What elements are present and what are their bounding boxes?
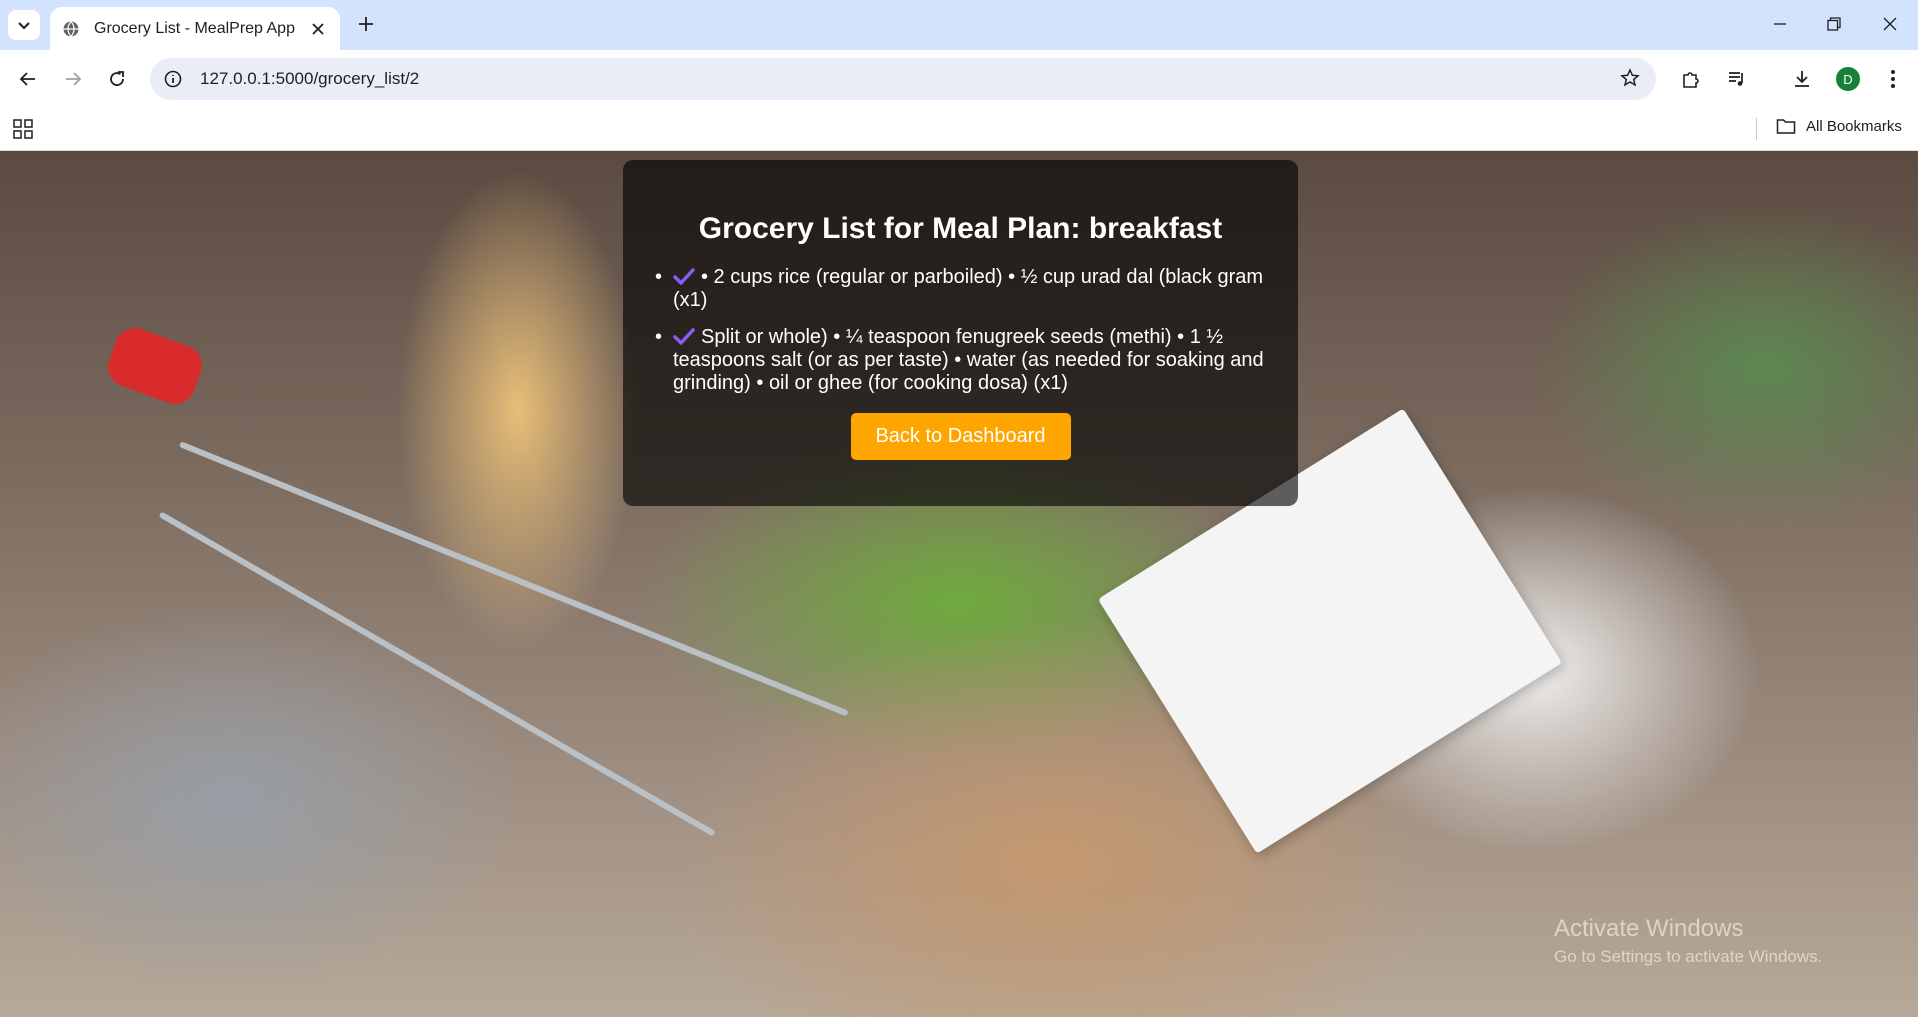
check-icon bbox=[673, 268, 695, 285]
media-icon bbox=[1729, 72, 1743, 86]
minimize-icon bbox=[1774, 23, 1786, 25]
download-icon bbox=[1795, 71, 1809, 87]
forward-icon bbox=[66, 72, 82, 86]
list-item-content: • 2 cups rice (regular or parboiled) • ½… bbox=[673, 266, 1270, 312]
all-bookmarks-button[interactable]: All Bookmarks bbox=[1776, 117, 1902, 135]
list-item: • Split or whole) • ¼ teaspoon fenugreek… bbox=[651, 326, 1270, 395]
list-item-content: Split or whole) • ¼ teaspoon fenugreek s… bbox=[673, 326, 1270, 395]
back-to-dashboard-button[interactable]: Back to Dashboard bbox=[850, 413, 1071, 460]
new-tab-button[interactable] bbox=[352, 10, 380, 38]
tab-close-button[interactable] bbox=[308, 19, 328, 39]
address-bar[interactable]: 127.0.0.1:5000/grocery_list/2 bbox=[150, 58, 1656, 100]
tab-bar: Grocery List - MealPrep App bbox=[0, 0, 1918, 50]
reload-button[interactable] bbox=[101, 63, 133, 95]
page-title: Grocery List for Meal Plan: breakfast bbox=[698, 212, 1223, 245]
browser-menu-button[interactable] bbox=[1878, 64, 1908, 94]
browser-tab[interactable]: Grocery List - MealPrep App bbox=[50, 7, 340, 50]
close-window-icon bbox=[1883, 17, 1897, 31]
media-controls-button[interactable] bbox=[1722, 64, 1752, 94]
site-info-icon[interactable] bbox=[164, 70, 182, 88]
all-bookmarks-label: All Bookmarks bbox=[1806, 117, 1902, 135]
browser-toolbar: 127.0.0.1:5000/grocery_list/2 D bbox=[0, 50, 1918, 108]
globe-icon bbox=[63, 20, 79, 37]
tab-search-button[interactable] bbox=[8, 10, 40, 40]
restore-button[interactable] bbox=[1810, 6, 1858, 42]
plus-icon bbox=[359, 17, 373, 31]
bookmark-star-button[interactable] bbox=[1620, 68, 1640, 93]
apps-icon bbox=[13, 119, 33, 139]
grocery-list-card: Grocery List for Meal Plan: breakfast • … bbox=[623, 160, 1298, 506]
avatar: D bbox=[1836, 67, 1860, 91]
watermark-subtitle: Go to Settings to activate Windows. bbox=[1554, 947, 1823, 966]
folder-icon bbox=[1776, 119, 1796, 134]
page-viewport: Grocery List for Meal Plan: breakfast • … bbox=[0, 151, 1918, 1017]
tab-title: Grocery List - MealPrep App bbox=[94, 19, 295, 37]
star-icon bbox=[1620, 68, 1640, 87]
list-bullet: • bbox=[655, 326, 663, 348]
grocery-list: • • 2 cups rice (regular or parboiled) •… bbox=[651, 266, 1270, 395]
extensions-button[interactable] bbox=[1676, 64, 1706, 94]
downloads-button[interactable] bbox=[1787, 64, 1817, 94]
bookmarks-bar: All Bookmarks bbox=[0, 108, 1918, 151]
background-cart-rail bbox=[158, 511, 716, 837]
watermark-title: Activate Windows bbox=[1554, 915, 1744, 942]
extensions-icon bbox=[1683, 72, 1699, 88]
close-icon bbox=[312, 22, 324, 35]
background-cart-handle bbox=[102, 322, 208, 410]
list-bullet: • bbox=[655, 266, 663, 288]
back-icon bbox=[19, 72, 35, 86]
check-icon bbox=[673, 328, 695, 345]
menu-icon bbox=[1891, 70, 1895, 88]
profile-button[interactable]: D bbox=[1833, 64, 1863, 94]
url-text[interactable]: 127.0.0.1:5000/grocery_list/2 bbox=[200, 69, 419, 89]
tab-search-icon bbox=[18, 22, 30, 30]
minimize-button[interactable] bbox=[1756, 6, 1804, 42]
activation-watermark: Activate Windows Go to Settings to activ… bbox=[1554, 915, 1822, 967]
bookmarks-divider bbox=[1756, 118, 1757, 140]
reload-icon bbox=[110, 71, 124, 86]
list-item: • • 2 cups rice (regular or parboiled) •… bbox=[651, 266, 1270, 312]
close-window-button[interactable] bbox=[1866, 6, 1914, 42]
back-button[interactable] bbox=[12, 63, 44, 95]
apps-button[interactable] bbox=[12, 118, 34, 145]
forward-button[interactable] bbox=[57, 63, 89, 95]
list-item-text: Split or whole) • ¼ teaspoon fenugreek s… bbox=[673, 326, 1264, 394]
list-item-text: • 2 cups rice (regular or parboiled) • ½… bbox=[673, 266, 1264, 311]
restore-icon bbox=[1827, 17, 1841, 31]
